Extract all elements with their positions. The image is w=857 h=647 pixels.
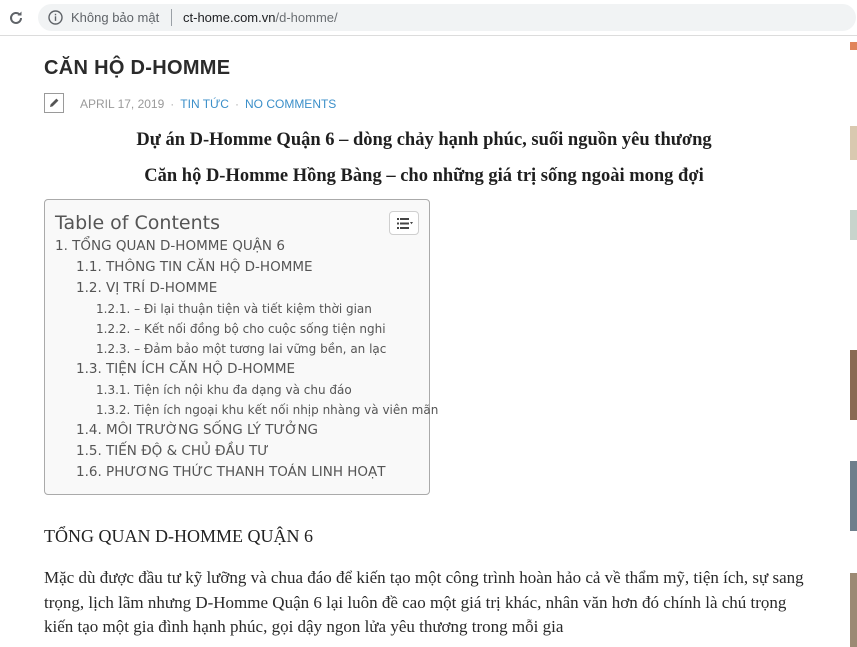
toc-link[interactable]: 1.1. THÔNG TIN CĂN HỘ D-HOMME (76, 259, 313, 275)
toc-link[interactable]: 1.5. TIẾN ĐỘ & CHỦ ĐẦU TƯ (76, 443, 269, 459)
sidebar-thumbnail[interactable] (850, 461, 857, 531)
toc-link[interactable]: 1.6. PHƯƠNG THỨC THANH TOÁN LINH HOẠT (76, 464, 386, 480)
intro-line: Căn hộ D-Homme Hồng Bàng – cho những giá… (144, 166, 704, 186)
toc-link[interactable]: 1.3. TIỆN ÍCH CĂN HỘ D-HOMME (76, 361, 295, 377)
url-text[interactable]: ct-home.com.vn/d-homme/ (183, 10, 338, 25)
meta-separator: · (234, 97, 239, 111)
intro-line: Dự án D-Homme Quận 6 – dòng chảy hạnh ph… (136, 130, 712, 150)
list-icon (397, 218, 413, 229)
toc-link[interactable]: 1.2.2. – Kết nối đồng bộ cho cuộc sống t… (96, 322, 386, 336)
sidebar-thumbnail[interactable] (850, 42, 857, 50)
sidebar-thumbnail[interactable] (850, 126, 857, 160)
security-label[interactable]: Không bảo mật (71, 10, 159, 25)
section-heading: TỔNG QUAN D-HOMME QUẬN 6 (44, 526, 313, 546)
toc-link[interactable]: 1.3.1. Tiện ích nội khu đa dạng và chu đ… (96, 383, 352, 397)
sidebar-thumbnail[interactable] (850, 573, 857, 647)
meta-separator: · (170, 97, 175, 111)
url-domain: ct-home.com.vn (183, 10, 276, 25)
toc-title: Table of Contents (55, 212, 220, 234)
post-meta: APRIL 17, 2019 · TIN TỨC · NO COMMENTS (80, 97, 336, 111)
comments-link[interactable]: NO COMMENTS (245, 97, 336, 111)
toc-link[interactable]: 1.4. MÔI TRƯỜNG SỐNG LÝ TƯỞNG (76, 422, 318, 438)
table-of-contents: Table of Contents 1. TỔNG QUAN D-HOMME Q… (44, 199, 438, 495)
post-date: APRIL 17, 2019 (80, 97, 165, 111)
toc-link[interactable]: 1.2.3. – Đảm bảo một tương lai vững bền,… (96, 342, 386, 356)
toc-link[interactable]: 1.2. VỊ TRÍ D-HOMME (76, 280, 217, 296)
pencil-icon[interactable] (44, 93, 64, 113)
toc-link[interactable]: 1.3.2. Tiện ích ngoại khu kết nối nhịp n… (96, 403, 438, 417)
omnibox-separator (171, 9, 172, 26)
browser-toolbar: Không bảo mật ct-home.com.vn/d-homme/ (0, 0, 857, 36)
address-bar[interactable]: Không bảo mật ct-home.com.vn/d-homme/ (38, 4, 856, 31)
sidebar-thumbnail[interactable] (850, 350, 857, 420)
sidebar-thumbnail[interactable] (850, 210, 857, 240)
info-icon[interactable] (48, 10, 63, 25)
url-path: /d-homme/ (275, 10, 338, 25)
toc-link[interactable]: 1.2.1. – Đi lại thuận tiện và tiết kiệm … (96, 302, 372, 316)
reload-icon[interactable] (6, 8, 26, 28)
post-title: CĂN HỘ D-HOMME (44, 57, 231, 79)
toc-toggle-button[interactable] (389, 211, 419, 235)
body-paragraph: Mặc dù được đầu tư kỹ lưỡng và chua đáo … (44, 568, 804, 636)
category-link[interactable]: TIN TỨC (180, 97, 229, 111)
page-content: CĂN HỘ D-HOMME APRIL 17, 2019 · TIN TỨC · NO… (0, 36, 857, 647)
toc-link[interactable]: 1. TỔNG QUAN D-HOMME QUẬN 6 (55, 238, 285, 254)
